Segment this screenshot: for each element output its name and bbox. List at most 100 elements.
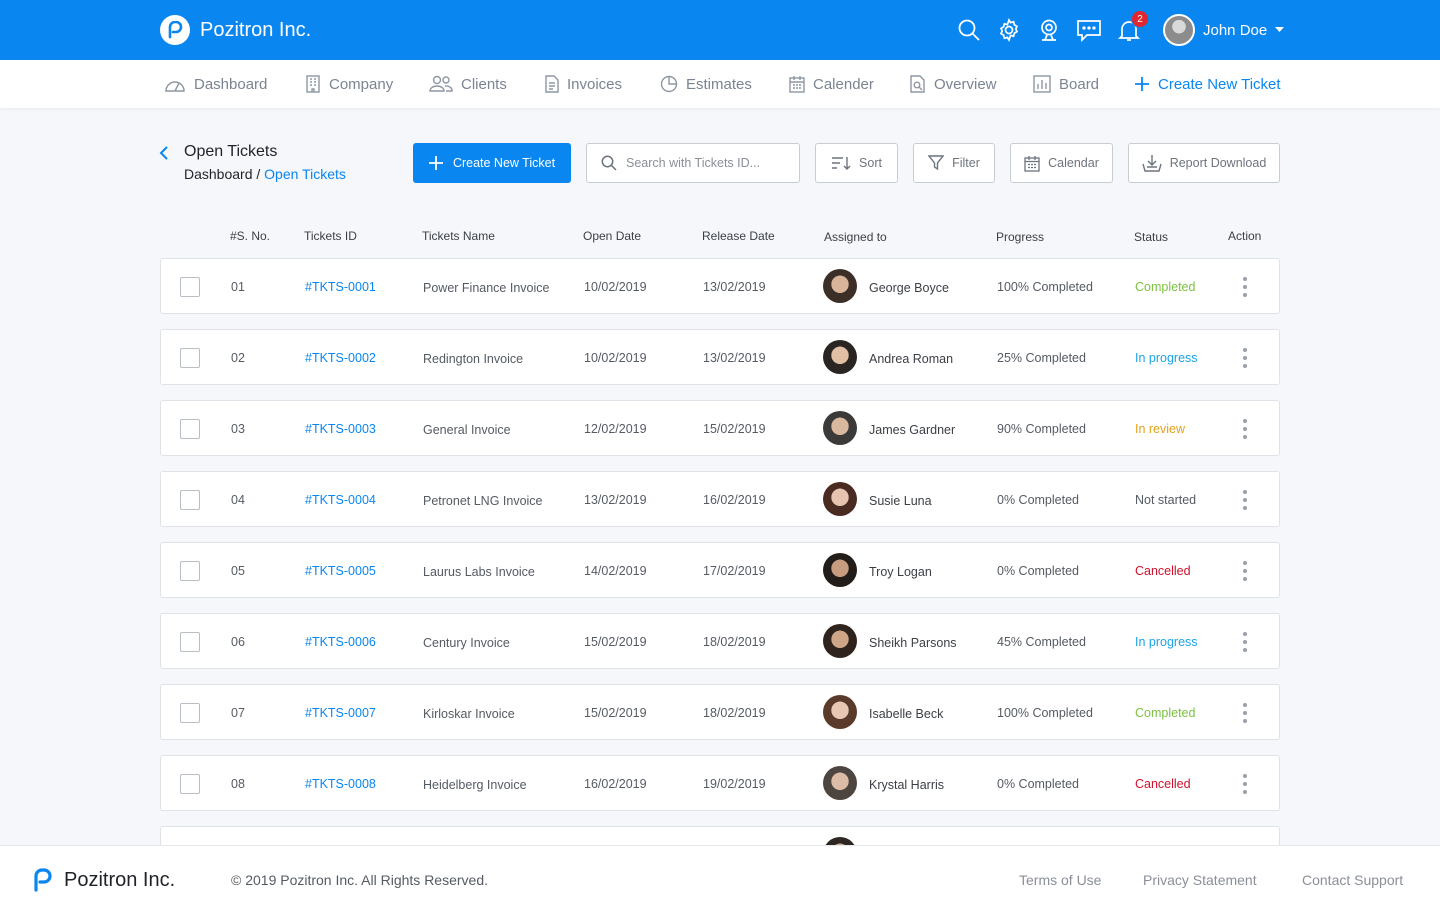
more-actions-icon[interactable] bbox=[1237, 347, 1253, 369]
assignee-name: Sheikh Parsons bbox=[869, 636, 957, 650]
table-row[interactable]: 01 #TKTS-0001 Power Finance Invoice 10/0… bbox=[160, 258, 1280, 314]
row-checkbox[interactable] bbox=[180, 348, 200, 368]
table-row[interactable]: 07 #TKTS-0007 Kirloskar Invoice 15/02/20… bbox=[160, 684, 1280, 740]
more-actions-icon[interactable] bbox=[1237, 276, 1253, 298]
ticket-id-link[interactable]: #TKTS-0005 bbox=[305, 564, 376, 578]
table-row[interactable]: 05 #TKTS-0005 Laurus Labs Invoice 14/02/… bbox=[160, 542, 1280, 598]
nav-estimates[interactable]: Estimates bbox=[660, 60, 752, 108]
row-checkbox[interactable] bbox=[180, 277, 200, 297]
sort-button[interactable]: Sort bbox=[815, 143, 898, 183]
more-actions-icon[interactable] bbox=[1237, 489, 1253, 511]
plus-icon bbox=[1135, 77, 1149, 91]
row-checkbox[interactable] bbox=[180, 561, 200, 581]
more-actions-icon[interactable] bbox=[1237, 418, 1253, 440]
column-header-assigned-to[interactable]: Assigned to bbox=[824, 230, 887, 244]
column-header-sno[interactable]: #S. No. bbox=[230, 229, 270, 243]
nav-board[interactable]: Board bbox=[1033, 60, 1099, 108]
row-checkbox[interactable] bbox=[180, 419, 200, 439]
column-header-progress[interactable]: Progress bbox=[996, 230, 1044, 244]
row-checkbox[interactable] bbox=[180, 703, 200, 723]
column-header-ticket-name[interactable]: Tickets Name bbox=[422, 229, 495, 243]
status-badge: In progress bbox=[1135, 351, 1198, 365]
progress-text: 25% Completed bbox=[997, 351, 1086, 365]
ticket-id-link[interactable]: #TKTS-0006 bbox=[305, 635, 376, 649]
table-row[interactable]: 02 #TKTS-0002 Redington Invoice 10/02/20… bbox=[160, 329, 1280, 385]
settings-gear-icon[interactable] bbox=[996, 13, 1022, 47]
create-new-ticket-button[interactable]: Create New Ticket bbox=[413, 143, 571, 183]
assignee-name: Andrea Roman bbox=[869, 352, 954, 366]
row-sno: 04 bbox=[231, 493, 245, 507]
assignee-name: Troy Logan bbox=[869, 565, 932, 579]
board-icon bbox=[1033, 75, 1051, 93]
open-date: 13/02/2019 bbox=[584, 493, 647, 507]
nav-overview-label: Overview bbox=[934, 75, 997, 93]
top-bar: Pozitron Inc. 2 John Doe bbox=[0, 0, 1440, 60]
progress-text: 0% Completed bbox=[997, 493, 1079, 507]
column-header-status[interactable]: Status bbox=[1134, 230, 1168, 244]
brand[interactable]: Pozitron Inc. bbox=[160, 15, 311, 45]
column-header-open-date[interactable]: Open Date bbox=[583, 229, 641, 243]
notification-badge: 2 bbox=[1131, 10, 1149, 28]
row-checkbox[interactable] bbox=[180, 490, 200, 510]
nav-calender[interactable]: Calender bbox=[789, 60, 874, 108]
user-menu[interactable]: John Doe bbox=[1163, 14, 1285, 46]
nav-dashboard-label: Dashboard bbox=[194, 75, 268, 93]
back-arrow-icon[interactable] bbox=[157, 143, 173, 163]
nav-invoices[interactable]: Invoices bbox=[545, 60, 622, 108]
ticket-id-link[interactable]: #TKTS-0007 bbox=[305, 706, 376, 720]
row-sno: 08 bbox=[231, 777, 245, 791]
search-icon[interactable] bbox=[956, 13, 982, 47]
calendar-icon bbox=[789, 76, 805, 93]
contact-support-link[interactable]: Contact Support bbox=[1302, 872, 1403, 888]
ticket-id-link[interactable]: #TKTS-0004 bbox=[305, 493, 376, 507]
column-header-ticket-id[interactable]: Tickets ID bbox=[304, 229, 357, 243]
open-date: 12/02/2019 bbox=[584, 422, 647, 436]
clients-icon bbox=[429, 75, 453, 92]
row-checkbox[interactable] bbox=[180, 774, 200, 794]
table-row[interactable]: 08 #TKTS-0008 Heidelberg Invoice 16/02/2… bbox=[160, 755, 1280, 811]
table-row[interactable]: 04 #TKTS-0004 Petronet LNG Invoice 13/02… bbox=[160, 471, 1280, 527]
ticket-search[interactable] bbox=[586, 143, 800, 183]
ticket-id-link[interactable]: #TKTS-0003 bbox=[305, 422, 376, 436]
more-actions-icon[interactable] bbox=[1237, 631, 1253, 653]
status-badge: Cancelled bbox=[1135, 777, 1191, 791]
assignee-name: Krystal Harris bbox=[869, 778, 945, 792]
breadcrumb-root[interactable]: Dashboard bbox=[184, 166, 253, 182]
table-row[interactable]: 03 #TKTS-0003 General Invoice 12/02/2019… bbox=[160, 400, 1280, 456]
more-actions-icon[interactable] bbox=[1237, 702, 1253, 724]
column-header-release-date[interactable]: Release Date bbox=[702, 229, 775, 243]
assignee-avatar bbox=[823, 411, 857, 445]
nav-create-new-ticket[interactable]: Create New Ticket bbox=[1134, 60, 1281, 108]
column-header-action: Action bbox=[1228, 229, 1262, 243]
nav-company[interactable]: Company bbox=[305, 60, 393, 108]
table-row[interactable]: 06 #TKTS-0006 Century Invoice 15/02/2019… bbox=[160, 613, 1280, 669]
terms-of-use-link[interactable]: Terms of Use bbox=[1019, 872, 1101, 888]
open-date: 15/02/2019 bbox=[584, 635, 647, 649]
breadcrumb-current[interactable]: Open Tickets bbox=[264, 166, 346, 182]
nav-dashboard[interactable]: Dashboard bbox=[164, 60, 267, 108]
ticket-id-link[interactable]: #TKTS-0002 bbox=[305, 351, 376, 365]
search-input[interactable] bbox=[626, 156, 786, 170]
ticket-id-link[interactable]: #TKTS-0008 bbox=[305, 777, 376, 791]
nav-clients[interactable]: Clients bbox=[429, 60, 507, 108]
more-actions-icon[interactable] bbox=[1237, 773, 1253, 795]
calendar-button[interactable]: Calendar bbox=[1010, 143, 1113, 183]
user-avatar bbox=[1163, 14, 1195, 46]
ticket-name: Kirloskar Invoice bbox=[423, 707, 515, 721]
filter-button[interactable]: Filter bbox=[913, 143, 995, 183]
assignee-name: Susie Luna bbox=[869, 494, 932, 508]
nav-overview[interactable]: Overview bbox=[910, 60, 997, 108]
footer-brand[interactable]: Pozitron Inc. bbox=[32, 868, 175, 892]
release-date: 15/02/2019 bbox=[703, 422, 766, 436]
report-download-button[interactable]: Report Download bbox=[1128, 143, 1280, 183]
chat-icon[interactable] bbox=[1076, 13, 1102, 47]
more-actions-icon[interactable] bbox=[1237, 560, 1253, 582]
privacy-statement-link[interactable]: Privacy Statement bbox=[1143, 872, 1257, 888]
webcam-icon[interactable] bbox=[1036, 13, 1062, 47]
ticket-id-link[interactable]: #TKTS-0001 bbox=[305, 280, 376, 294]
open-date: 10/02/2019 bbox=[584, 280, 647, 294]
row-checkbox[interactable] bbox=[180, 632, 200, 652]
brand-logo-icon bbox=[34, 868, 52, 892]
notifications-bell-icon[interactable]: 2 bbox=[1116, 10, 1149, 47]
user-name: John Doe bbox=[1203, 21, 1268, 39]
